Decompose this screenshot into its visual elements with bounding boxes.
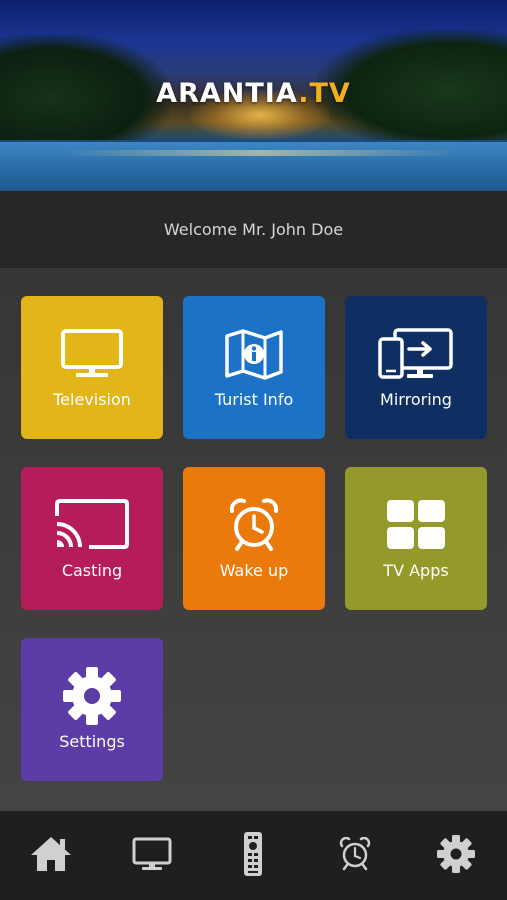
gear-icon [436,834,476,878]
tile-mirroring[interactable]: Mirroring [345,296,487,439]
tile-television-label: Television [53,390,131,409]
home-icon [29,835,73,877]
welcome-bar: Welcome Mr. John Doe [0,191,507,268]
logo-suffix-text: TV [309,78,351,109]
app-logo: ARANTIA.TV [0,78,507,109]
tv-icon [60,326,124,382]
tile-casting-label: Casting [61,561,123,580]
nav-alarm[interactable] [304,811,405,900]
gear-icon [62,667,122,725]
alarm-clock-icon [227,497,281,553]
nav-television[interactable] [101,811,202,900]
cast-icon [53,497,131,553]
alarm-clock-icon [339,836,371,875]
tile-tv-apps-label: TV Apps [383,561,449,580]
logo-dot: . [298,78,310,109]
nav-settings[interactable] [406,811,507,900]
logo-main-text: ARANTIA [156,78,299,109]
tile-turist-info-label: Turist Info [214,390,294,409]
tile-casting[interactable]: Casting [21,467,163,610]
hero-pool-reflection [60,150,460,156]
bottom-nav [0,811,507,900]
nav-remote[interactable] [203,811,304,900]
tile-mirroring-label: Mirroring [380,390,452,409]
apps-grid-icon [385,497,447,553]
welcome-text: Welcome Mr. John Doe [163,220,344,239]
tile-wake-up[interactable]: Wake up [183,467,325,610]
map-info-icon [224,326,284,382]
tile-settings-label: Settings [59,732,125,751]
tile-television[interactable]: Television [21,296,163,439]
tile-tv-apps[interactable]: TV Apps [345,467,487,610]
mirroring-icon [377,326,455,382]
tile-turist-info[interactable]: Turist Info [183,296,325,439]
tile-settings[interactable]: Settings [21,638,163,781]
menu-grid: Television Turist Info Mirroring Casting… [0,268,507,811]
hero-banner: ARANTIA.TV [0,0,507,191]
tile-wake-up-label: Wake up [219,561,289,580]
tv-icon [132,837,172,875]
nav-home[interactable] [0,811,101,900]
remote-control-icon [243,831,263,881]
